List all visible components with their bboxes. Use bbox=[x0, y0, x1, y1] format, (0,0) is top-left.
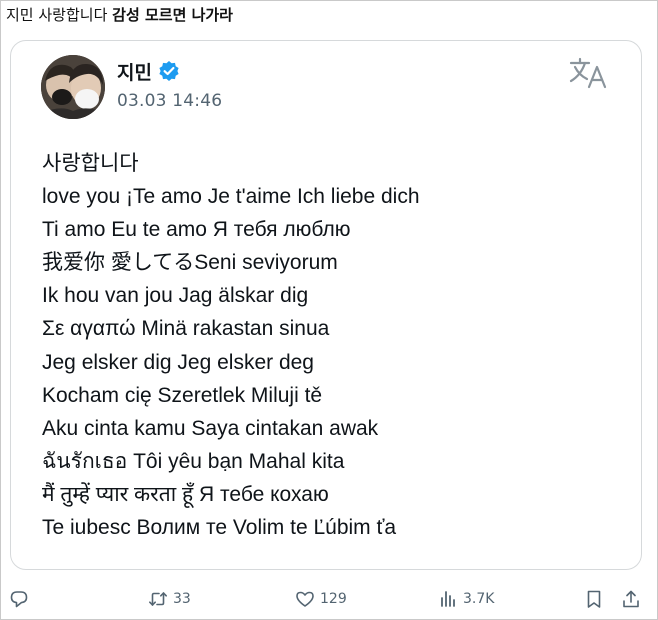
post-line: love you ¡Te amo Je t'aime Ich liebe dic… bbox=[42, 185, 420, 209]
avatar[interactable] bbox=[41, 55, 105, 119]
post-line: 我爱你 愛してるSeni seviyorum bbox=[42, 251, 338, 275]
post-line: Aku cinta kamu Saya cintakan awak bbox=[42, 416, 379, 440]
post-line: Kocham cię Szeretlek Miluji tě bbox=[42, 383, 323, 407]
post-line: Ti amo Eu te amo Я тебя люблю bbox=[42, 218, 351, 242]
post-line: Te iubesc Волим те Volim te Ľúbim ťa bbox=[42, 516, 397, 540]
like-icon bbox=[296, 591, 314, 607]
post-card: 지민 03.03 14:46 사랑합니다 love you ¡Te amo Je… bbox=[10, 40, 642, 570]
bookmark-icon bbox=[587, 590, 601, 608]
views-icon bbox=[441, 591, 455, 607]
verified-badge-icon bbox=[159, 61, 179, 81]
like-button[interactable]: 129 bbox=[295, 586, 347, 612]
reply-icon bbox=[10, 591, 28, 608]
views-count: 3.7K bbox=[463, 591, 495, 607]
post-line: ฉันรักเธอ Tôi yêu bạn Mahal kita bbox=[42, 449, 345, 473]
bookmark-button[interactable] bbox=[584, 586, 604, 612]
share-icon bbox=[623, 590, 639, 608]
avatar-image bbox=[41, 55, 105, 119]
translate-icon[interactable] bbox=[569, 57, 609, 91]
post-line: Σε αγαπώ Minä rakastan sinua bbox=[42, 317, 330, 341]
retweet-count: 33 bbox=[173, 591, 191, 607]
retweet-icon bbox=[149, 592, 167, 606]
caption-bold-text: 감성 모르면 나가라 bbox=[112, 6, 233, 24]
post-timestamp[interactable]: 03.03 14:46 bbox=[117, 91, 222, 111]
post-caption: 지민 사랑합니다 감성 모르면 나가라 bbox=[6, 4, 233, 26]
retweet-button[interactable]: 33 bbox=[148, 586, 191, 612]
caption-text: 지민 사랑합니다 bbox=[6, 6, 113, 24]
post-line: Jeg elsker dig Jeg elsker deg bbox=[42, 350, 314, 374]
share-button[interactable] bbox=[621, 586, 641, 612]
author-row: 지민 bbox=[117, 57, 180, 85]
post-line: 사랑합니다 bbox=[42, 152, 139, 175]
like-count: 129 bbox=[320, 591, 347, 607]
post-line: मैं तुम्हें प्यार करता हूँ Я тебе кохаю bbox=[42, 482, 329, 506]
views-button[interactable]: 3.7K bbox=[438, 586, 494, 612]
post-line: Ik hou van jou Jag älskar dig bbox=[42, 284, 309, 308]
action-bar: 33 129 3.7K bbox=[0, 586, 658, 612]
post-body: 사랑합니다 love you ¡Te amo Je t'aime Ich lie… bbox=[42, 147, 632, 544]
author-name[interactable]: 지민 bbox=[117, 58, 152, 85]
reply-button[interactable] bbox=[9, 586, 29, 612]
